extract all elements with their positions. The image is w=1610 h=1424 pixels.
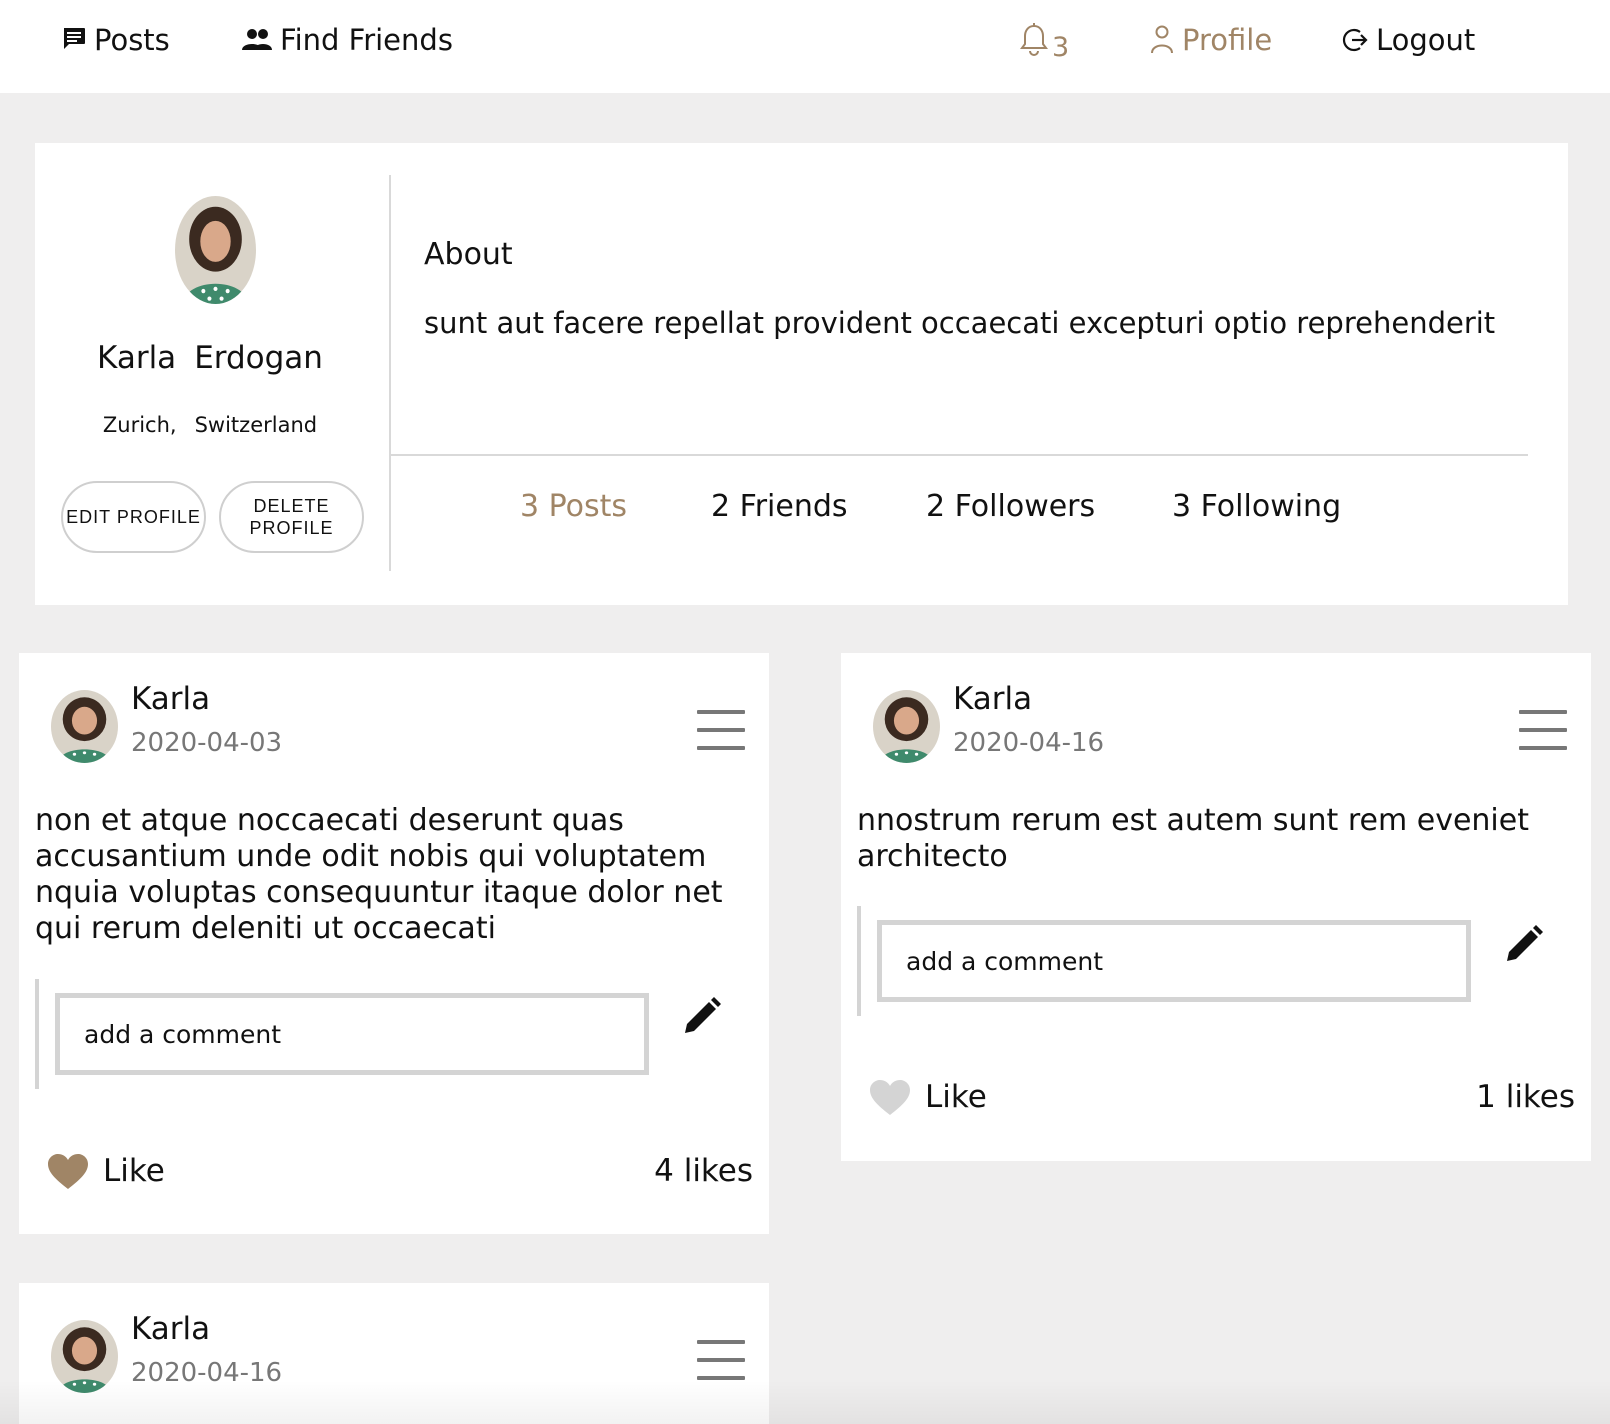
like-row: Like 4 likes: [19, 1153, 769, 1197]
like-count: 4 likes: [654, 1153, 753, 1189]
like-count: 1 likes: [1476, 1079, 1575, 1115]
horizontal-divider: [390, 454, 1528, 456]
profile-last-name: Erdogan: [194, 340, 323, 376]
comment-input[interactable]: [877, 920, 1471, 1002]
heart-icon[interactable]: [47, 1153, 89, 1191]
notification-count: 3: [1052, 31, 1070, 63]
about-title: About: [424, 237, 513, 272]
post-author: Karla: [131, 681, 211, 717]
avatar: [873, 690, 940, 763]
heart-icon[interactable]: [869, 1079, 911, 1117]
post-card: Karla 2020-04-16: [19, 1283, 769, 1424]
comment-input[interactable]: [55, 993, 649, 1075]
hamburger-menu-icon[interactable]: [697, 710, 745, 750]
profile-card: Karla Erdogan Zurich, Switzerland EDIT PRO…: [35, 143, 1568, 605]
post-author: Karla: [953, 681, 1033, 717]
post-body: nnostrum rerum est autem sunt rem evenie…: [857, 803, 1529, 874]
nav-profile[interactable]: Profile: [1150, 20, 1272, 60]
post-date: 2020-04-16: [131, 1358, 283, 1388]
post-card: Karla 2020-04-16 nnostrum rerum est aute…: [841, 653, 1591, 1161]
hamburger-menu-icon[interactable]: [697, 1340, 745, 1380]
nav-find-friends-label: Find Friends: [280, 23, 453, 57]
post-card: Karla 2020-04-03 non et atque noccaecati…: [19, 653, 769, 1234]
post-date: 2020-04-16: [953, 728, 1105, 758]
person-icon: [1150, 25, 1174, 55]
avatar: [51, 690, 118, 763]
stat-friends[interactable]: 2 Friends: [711, 489, 848, 524]
like-label[interactable]: Like: [103, 1153, 165, 1189]
profile-location: Zurich, Switzerland: [35, 413, 385, 437]
edit-profile-button[interactable]: EDIT PROFILE: [61, 481, 206, 553]
vertical-divider: [389, 175, 391, 571]
chat-bubble-icon: [62, 27, 86, 53]
avatar: [51, 1320, 118, 1393]
pencil-icon[interactable]: [1501, 923, 1545, 967]
hamburger-menu-icon[interactable]: [1519, 710, 1567, 750]
profile-name: Karla Erdogan: [35, 340, 385, 376]
comment-form: [35, 979, 649, 1089]
stat-following[interactable]: 3 Following: [1172, 489, 1341, 524]
nav-find-friends[interactable]: Find Friends: [242, 20, 453, 60]
comment-form: [857, 906, 1471, 1016]
nav-logout[interactable]: Logout: [1342, 20, 1475, 60]
nav-posts[interactable]: Posts: [62, 20, 170, 60]
post-date: 2020-04-03: [131, 728, 283, 758]
nav-logout-label: Logout: [1376, 23, 1476, 57]
top-navigation: Posts Find Friends 3 Profile Logout: [0, 0, 1610, 93]
like-label[interactable]: Like: [925, 1079, 987, 1115]
stat-posts[interactable]: 3 Posts: [520, 489, 627, 524]
nav-profile-label: Profile: [1182, 23, 1273, 57]
profile-city: Zurich,: [102, 413, 177, 437]
people-icon: [242, 28, 272, 52]
avatar: [175, 196, 256, 304]
like-row: Like 1 likes: [841, 1079, 1591, 1123]
post-author: Karla: [131, 1311, 211, 1347]
profile-first-name: Karla: [97, 340, 177, 376]
bell-icon: [1020, 23, 1048, 57]
profile-country: Switzerland: [194, 413, 318, 437]
pencil-icon[interactable]: [679, 995, 723, 1039]
nav-notifications[interactable]: 3: [1020, 20, 1070, 63]
nav-posts-label: Posts: [94, 23, 170, 57]
about-text: sunt aut facere repellat provident occae…: [424, 306, 1496, 340]
stat-followers[interactable]: 2 Followers: [926, 489, 1095, 524]
delete-profile-button[interactable]: DELETE PROFILE: [219, 481, 364, 553]
logout-icon: [1342, 27, 1368, 53]
post-body: non et atque noccaecati deserunt quas ac…: [35, 803, 723, 946]
